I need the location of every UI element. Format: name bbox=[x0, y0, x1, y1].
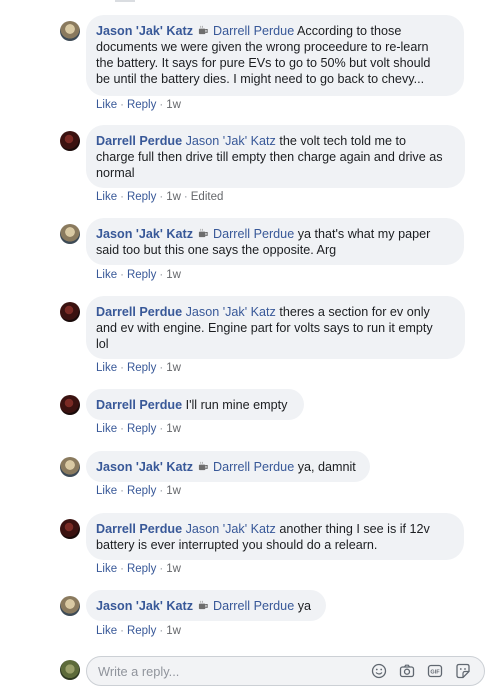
comment-text-line: ya bbox=[297, 599, 312, 613]
comment-actions: Like · Reply · 1w bbox=[96, 563, 181, 575]
comment-author[interactable]: Darrell Perdue bbox=[96, 522, 182, 536]
comment-author[interactable]: Jason 'Jak' Katz bbox=[96, 24, 193, 38]
like-link[interactable]: Like bbox=[96, 269, 117, 281]
avatar[interactable] bbox=[60, 302, 80, 322]
reply-link[interactable]: Reply bbox=[127, 191, 156, 203]
edited-label[interactable]: Edited bbox=[191, 191, 224, 203]
comment-author[interactable]: Darrell Perdue bbox=[96, 134, 182, 148]
comment-text-line: lol bbox=[96, 337, 109, 351]
comment-text-line: battery is ever interrupted you should d… bbox=[96, 538, 378, 552]
reply-input[interactable] bbox=[86, 656, 485, 686]
reply-link[interactable]: Reply bbox=[127, 485, 156, 497]
comment-text-line: charge full then drive till empty then c… bbox=[96, 150, 443, 164]
like-link[interactable]: Like bbox=[96, 191, 117, 203]
comment-actions: Like · Reply · 1w bbox=[96, 269, 181, 281]
timestamp[interactable]: 1w bbox=[166, 625, 181, 637]
avatar[interactable] bbox=[60, 596, 80, 616]
reply-link[interactable]: Reply bbox=[127, 362, 156, 374]
timestamp[interactable]: 1w bbox=[166, 423, 181, 435]
reply-link[interactable]: Reply bbox=[127, 563, 156, 575]
comment-mention[interactable]: Jason 'Jak' Katz bbox=[186, 305, 276, 319]
comment-author[interactable]: Jason 'Jak' Katz bbox=[96, 227, 193, 241]
comment-author[interactable]: Darrell Perdue bbox=[96, 398, 182, 412]
comment-text-line: documents we were given the wrong procee… bbox=[96, 40, 429, 54]
comment-bubble: Darrell Perdue Jason 'Jak' Katz the volt… bbox=[86, 125, 465, 188]
comment-actions: Like · Reply · 1w bbox=[96, 625, 181, 637]
emoji-icon[interactable] bbox=[371, 663, 387, 679]
comment-text-line: normal bbox=[96, 166, 135, 180]
timestamp[interactable]: 1w bbox=[166, 191, 181, 203]
avatar[interactable] bbox=[60, 21, 80, 41]
comment-bubble: Darrell Perdue Jason 'Jak' Katz another … bbox=[86, 513, 464, 560]
camera-icon[interactable] bbox=[399, 663, 415, 679]
comment-text-line: another thing I see is if 12v bbox=[279, 522, 430, 536]
coffee-cup-icon bbox=[198, 25, 208, 35]
avatar[interactable] bbox=[60, 660, 80, 680]
comment-text-line: said too but this one says the opposite.… bbox=[96, 243, 337, 257]
reply-link[interactable]: Reply bbox=[127, 625, 156, 637]
comment-bubble: Darrell Perdue Jason 'Jak' Katz theres a… bbox=[86, 296, 465, 359]
avatar[interactable] bbox=[60, 395, 80, 415]
avatar[interactable] bbox=[60, 457, 80, 477]
timestamp[interactable]: 1w bbox=[166, 563, 181, 575]
avatar[interactable] bbox=[60, 519, 80, 539]
comment-author[interactable]: Darrell Perdue bbox=[96, 305, 182, 319]
comment-mention[interactable]: Darrell Perdue bbox=[213, 599, 294, 613]
timestamp[interactable]: 1w bbox=[166, 99, 181, 111]
reply-link[interactable]: Reply bbox=[127, 99, 156, 111]
comment-text-line: the battery. It says for pure EVs to go … bbox=[96, 56, 431, 70]
comment-mention[interactable]: Darrell Perdue bbox=[213, 227, 294, 241]
svg-text:GIF: GIF bbox=[430, 670, 440, 676]
like-link[interactable]: Like bbox=[96, 362, 117, 374]
comment-author[interactable]: Jason 'Jak' Katz bbox=[96, 460, 193, 474]
comment-bubble: Jason 'Jak' Katz Darrell Perdue ya bbox=[86, 590, 326, 621]
like-link[interactable]: Like bbox=[96, 99, 117, 111]
reply-link[interactable]: Reply bbox=[127, 423, 156, 435]
comment-text-line: be until the battery dies. I might need … bbox=[96, 72, 425, 86]
comment-mention[interactable]: Darrell Perdue bbox=[213, 460, 294, 474]
comment-bubble: Jason 'Jak' Katz Darrell Perdue ya that'… bbox=[86, 218, 464, 265]
comment-actions: Like · Reply · 1w bbox=[96, 485, 181, 497]
reply-composer: GIF bbox=[60, 656, 490, 686]
like-link[interactable]: Like bbox=[96, 563, 117, 575]
avatar[interactable] bbox=[60, 131, 80, 151]
comment-mention[interactable]: Darrell Perdue bbox=[213, 24, 294, 38]
comment-text-line: the volt tech told me to bbox=[279, 134, 407, 148]
coffee-cup-icon bbox=[198, 228, 208, 238]
comment-actions: Like · Reply · 1w bbox=[96, 99, 181, 111]
comment-text-line: ya, damnit bbox=[297, 460, 356, 474]
comment-bubble: Jason 'Jak' Katz Darrell Perdue ya, damn… bbox=[86, 451, 370, 482]
timestamp[interactable]: 1w bbox=[166, 362, 181, 374]
gif-icon[interactable]: GIF bbox=[427, 663, 443, 679]
avatar[interactable] bbox=[60, 224, 80, 244]
timestamp[interactable]: 1w bbox=[166, 269, 181, 281]
sticker-icon[interactable] bbox=[455, 663, 471, 679]
comment-bubble: Jason 'Jak' Katz Darrell Perdue Accordin… bbox=[86, 15, 464, 96]
comment-author[interactable]: Jason 'Jak' Katz bbox=[96, 599, 193, 613]
comment-bubble: Darrell Perdue I'll run mine empty bbox=[86, 389, 304, 420]
timestamp[interactable]: 1w bbox=[166, 485, 181, 497]
coffee-cup-icon bbox=[198, 600, 208, 610]
coffee-cup-icon bbox=[198, 461, 208, 471]
comment-text-line: ya that's what my paper bbox=[297, 227, 431, 241]
like-link[interactable]: Like bbox=[96, 485, 117, 497]
comment-text-line: According to those bbox=[297, 24, 402, 38]
thread-line bbox=[115, 0, 135, 2]
comment-text-line: theres a section for ev only bbox=[279, 305, 430, 319]
comment-text-line: and ev with engine. Engine part for volt… bbox=[96, 321, 433, 335]
reply-link[interactable]: Reply bbox=[127, 269, 156, 281]
comment-text-line: I'll run mine empty bbox=[185, 398, 288, 412]
like-link[interactable]: Like bbox=[96, 625, 117, 637]
comment-actions: Like · Reply · 1w bbox=[96, 362, 181, 374]
comment-mention[interactable]: Jason 'Jak' Katz bbox=[186, 522, 276, 536]
like-link[interactable]: Like bbox=[96, 423, 117, 435]
comment-actions: Like · Reply · 1w · Edited bbox=[96, 191, 224, 203]
comment-actions: Like · Reply · 1w bbox=[96, 423, 181, 435]
comment-mention[interactable]: Jason 'Jak' Katz bbox=[186, 134, 276, 148]
